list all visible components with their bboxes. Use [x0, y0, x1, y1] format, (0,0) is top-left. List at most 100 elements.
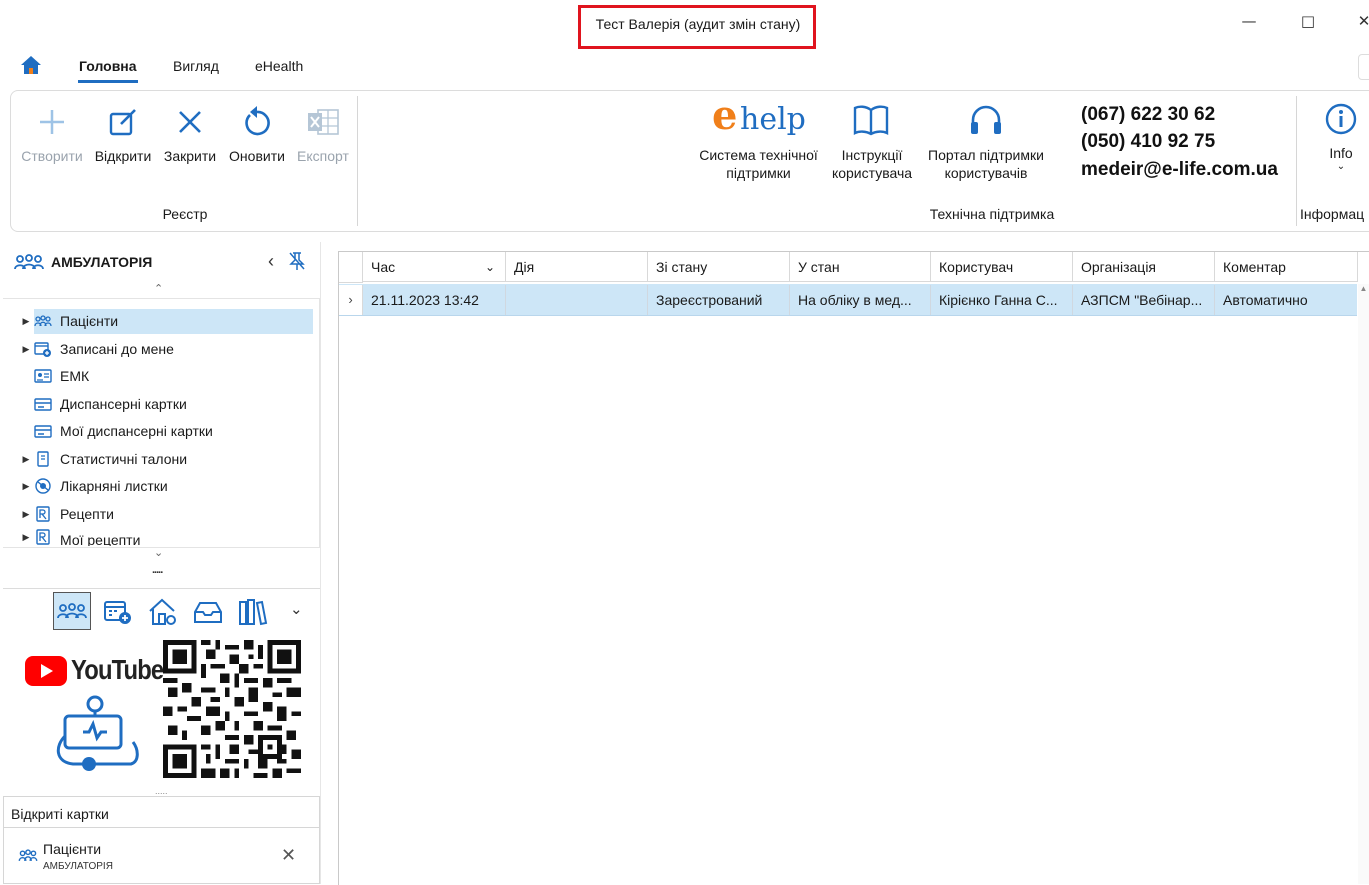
- tree-item-my-prescriptions[interactable]: ▶ Мої рецепти: [18, 528, 140, 546]
- phone-2: (050) 410 92 75: [1081, 131, 1216, 152]
- info-button[interactable]: Info ⌄: [1320, 102, 1362, 172]
- registry-group-label: Реєстр: [162, 206, 208, 222]
- tree-item-statistic-coupons[interactable]: ▶ Статистичні талони: [18, 446, 188, 472]
- people-icon: [14, 253, 44, 274]
- expand-arrow-icon[interactable]: ▶: [18, 509, 34, 520]
- close-card-icon[interactable]: ✕: [281, 845, 296, 866]
- tree-item-emk[interactable]: ЕМК: [18, 363, 89, 389]
- library-icon[interactable]: [238, 598, 268, 629]
- row-indicator-icon: ›: [339, 285, 363, 315]
- divider: [3, 827, 320, 828]
- column-header-comment[interactable]: Коментар: [1215, 252, 1358, 282]
- qr-code-icon: [163, 640, 301, 778]
- ribbon-collapse-button[interactable]: [1358, 54, 1369, 80]
- edit-icon: [91, 102, 155, 142]
- tab-view[interactable]: Вигляд: [173, 58, 219, 74]
- window-title: Тест Валерія (аудит змін стану): [595, 16, 801, 32]
- column-header-time[interactable]: Час ⌄: [363, 252, 506, 282]
- sidebar-title: АМБУЛАТОРІЯ: [51, 254, 153, 270]
- splitter-handle[interactable]: .....: [155, 786, 168, 796]
- column-header-organization[interactable]: Організація: [1073, 252, 1215, 282]
- tab-ehealth[interactable]: eHealth: [255, 58, 303, 74]
- info-icon: [1320, 102, 1362, 139]
- maximize-button[interactable]: □: [1296, 12, 1320, 34]
- tree-item-my-dispensary-cards[interactable]: Мої диспансерні картки: [18, 418, 213, 444]
- user-instructions-button[interactable]: Інструкції користувача: [826, 146, 918, 182]
- id-card-icon: [34, 369, 52, 383]
- plus-icon: [18, 102, 86, 142]
- card-icon: [34, 397, 52, 411]
- card-icon: [34, 424, 52, 438]
- scroll-up-icon[interactable]: ▲: [1358, 284, 1369, 293]
- column-header-action[interactable]: Дія: [506, 252, 648, 282]
- vertical-scrollbar[interactable]: ▲: [1358, 284, 1369, 884]
- audit-grid: [338, 251, 1369, 885]
- tech-support-group-label: Технічна підтримка: [929, 206, 1055, 222]
- row-header-corner: [339, 252, 363, 283]
- scroll-down-icon[interactable]: ⌄: [154, 546, 163, 559]
- table-cell: Кірієнко Ганна С...: [931, 285, 1073, 315]
- close-button[interactable]: Закрити: [159, 102, 221, 164]
- minimize-button[interactable]: —: [1237, 12, 1261, 34]
- support-email[interactable]: medeir@e-life.com.ua: [1081, 159, 1278, 181]
- open-card-title[interactable]: Пацієнти: [43, 841, 101, 857]
- ribbon-separator: [357, 96, 358, 226]
- scroll-up-icon[interactable]: ⌃: [154, 282, 163, 295]
- table-cell: [506, 285, 648, 315]
- module-ambulatory-button[interactable]: [53, 592, 91, 630]
- document-icon: [34, 451, 52, 467]
- expand-arrow-icon[interactable]: ▶: [18, 454, 34, 465]
- create-button[interactable]: Створити: [18, 102, 86, 164]
- phone-1: (067) 622 30 62: [1081, 104, 1216, 125]
- tree-item-prescriptions[interactable]: ▶ Рецепти: [18, 501, 114, 527]
- chevron-down-icon: ⌄: [1336, 161, 1346, 172]
- headset-icon: [966, 103, 1006, 140]
- tree-item-appointments[interactable]: ▶ Записані до мене: [18, 336, 174, 362]
- collapse-sidebar-button[interactable]: ‹: [268, 251, 274, 272]
- home-settings-icon[interactable]: [148, 597, 178, 630]
- info-group-label: Інформац: [1300, 206, 1365, 222]
- splitter-handle[interactable]: .....: [152, 564, 163, 576]
- inbox-icon[interactable]: [193, 600, 223, 627]
- refresh-button[interactable]: Оновити: [224, 102, 290, 164]
- calendar-add-icon: [34, 342, 52, 357]
- open-button[interactable]: Відкрити: [91, 102, 155, 164]
- ehelp-logo[interactable]: e help: [712, 92, 808, 142]
- column-header-from-state[interactable]: Зі стану: [648, 252, 790, 282]
- export-button[interactable]: Експорт: [292, 102, 354, 164]
- column-header-user[interactable]: Користувач: [931, 252, 1073, 282]
- expand-arrow-icon[interactable]: ▶: [18, 481, 34, 492]
- youtube-icon: [25, 656, 67, 686]
- support-portal-button[interactable]: Портал підтримки користувачів: [920, 146, 1052, 182]
- active-tab-indicator: [78, 80, 138, 83]
- chevron-down-icon[interactable]: ⌄: [290, 600, 303, 618]
- home-icon[interactable]: [20, 55, 42, 78]
- tree-item-patients[interactable]: ▶ Пацієнти: [18, 308, 119, 334]
- tree-item-dispensary-cards[interactable]: Диспансерні картки: [18, 391, 187, 417]
- table-cell: 21.11.2023 13:42: [363, 285, 506, 315]
- tab-home[interactable]: Головна: [79, 58, 137, 74]
- promo-banner[interactable]: YouTube: [3, 636, 313, 784]
- tech-support-system-button[interactable]: Система технічної підтримки: [692, 146, 825, 182]
- expand-arrow-icon[interactable]: ▶: [18, 316, 34, 327]
- table-cell: Автоматично: [1223, 292, 1308, 308]
- sort-dropdown-icon[interactable]: ⌄: [485, 252, 495, 281]
- prescription-icon: [34, 506, 52, 522]
- expand-arrow-icon[interactable]: ▶: [18, 344, 34, 355]
- tree-item-sick-leaves[interactable]: ▶ Лікарняні листки: [18, 473, 168, 499]
- calendar-add-icon[interactable]: [103, 598, 133, 629]
- expand-arrow-icon[interactable]: ▶: [18, 532, 34, 543]
- book-icon: [850, 103, 892, 140]
- close-icon: [159, 102, 221, 142]
- telemedicine-icon: [53, 694, 143, 777]
- panel-splitter[interactable]: [320, 242, 321, 884]
- close-window-button[interactable]: ✕: [1352, 12, 1369, 34]
- table-cell: АЗПСМ "Вебінар...: [1073, 285, 1215, 315]
- open-card-subtitle: АМБУЛАТОРІЯ: [43, 861, 113, 872]
- pin-icon[interactable]: [288, 251, 306, 274]
- column-header-to-state[interactable]: У стан: [790, 252, 931, 282]
- divider: [3, 588, 320, 589]
- prescription-icon: [34, 529, 52, 545]
- ribbon-separator: [1296, 96, 1297, 226]
- refresh-icon: [224, 102, 290, 142]
